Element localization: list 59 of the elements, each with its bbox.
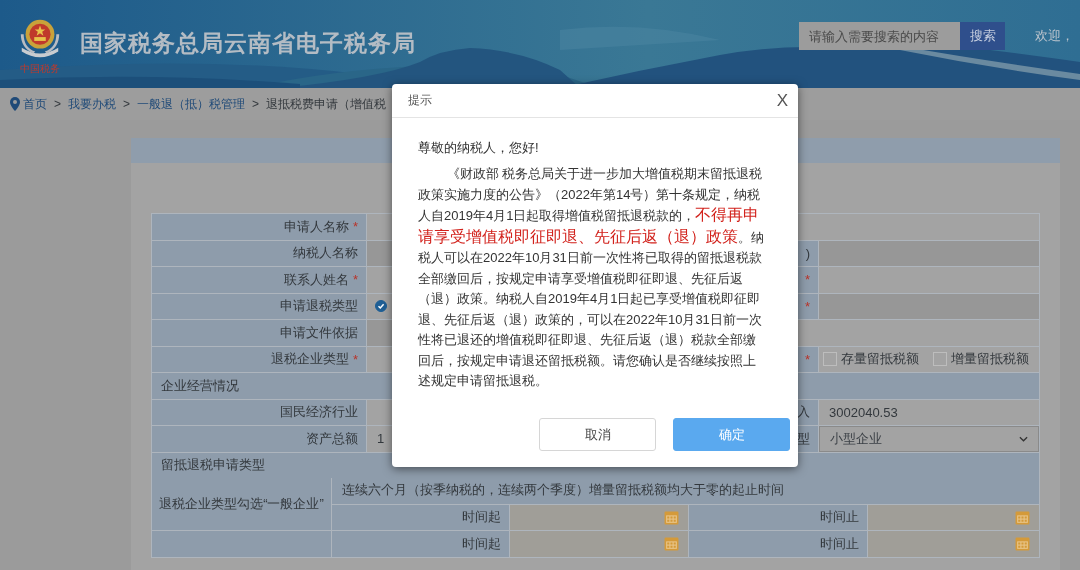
field-label: 申请人名称 <box>283 217 349 236</box>
select-field[interactable]: 小型企业 <box>819 426 1039 452</box>
table-cell: 时间起 <box>332 504 509 530</box>
date-field[interactable] <box>510 504 688 530</box>
field-label: 退税企业类型 <box>270 350 349 369</box>
breadcrumb-separator: > <box>252 97 260 111</box>
check-icon <box>376 301 386 312</box>
site-title: 国家税务总局云南省电子税务局 <box>80 28 416 58</box>
table-cell: 时间止 <box>689 504 867 530</box>
required-mark: * <box>352 351 358 367</box>
radio-button[interactable] <box>375 300 387 313</box>
field-label: 申请退税类型 <box>280 297 358 316</box>
input-field[interactable] <box>819 267 1039 293</box>
breadcrumb-link[interactable]: 首页 <box>23 95 47 113</box>
date-field[interactable] <box>868 504 1039 530</box>
calendar-icon <box>664 536 679 552</box>
required-mark: * <box>804 298 810 314</box>
required-mark: * <box>804 351 810 367</box>
required-mark: * <box>804 272 810 288</box>
required-mark: * <box>352 272 358 288</box>
field-label: 资产总额 <box>306 429 358 448</box>
confirm-button[interactable]: 确定 <box>673 418 790 451</box>
field-label: 联系人姓名 <box>283 270 349 289</box>
date-field[interactable] <box>510 531 688 557</box>
field-label: 国民经济行业 <box>280 403 358 422</box>
date-field[interactable] <box>868 531 1039 557</box>
calendar-icon <box>1015 509 1030 525</box>
close-button[interactable]: X <box>774 90 790 111</box>
input-field[interactable]: 3002040.53 <box>819 399 1039 425</box>
checkbox[interactable] <box>823 352 837 367</box>
table-cell: 时间止 <box>689 531 867 557</box>
calendar-icon <box>1015 536 1030 552</box>
cancel-button[interactable]: 取消 <box>539 418 656 451</box>
table-cell: 时间起 <box>332 531 509 557</box>
breadcrumb-link[interactable]: 一般退（抵）税管理 <box>137 95 246 113</box>
calendar-icon <box>664 509 679 525</box>
search-field[interactable]: 请输入需要搜索的内容 <box>799 22 960 50</box>
caret-icon <box>1019 435 1028 442</box>
logo-text: 中国税务 <box>20 63 60 75</box>
field-label: 退税企业类型勾选“一般企业” <box>159 495 324 513</box>
greeting-text: 尊敬的纳税人，您好! <box>418 139 540 157</box>
breadcrumb-separator: > <box>54 97 61 111</box>
location-icon <box>10 97 20 111</box>
field-label: ) <box>805 245 810 261</box>
checkbox[interactable] <box>933 352 947 367</box>
breadcrumb-separator: > <box>123 97 131 111</box>
breadcrumb-link[interactable]: 退抵税费申请（增值税 <box>266 95 387 113</box>
search-button[interactable]: 搜索 <box>960 22 1005 50</box>
checkbox-label: 增量留抵税额 <box>951 350 1029 369</box>
field-label: 型 <box>797 429 810 448</box>
field-label: 申请文件依据 <box>280 323 358 342</box>
field-label: 纳税人名称 <box>293 244 358 263</box>
table-cell: 连续六个月（按季纳税的，连续两个季度）增量留抵税额均大于零的起止时间 <box>332 478 1039 504</box>
field-label: 入 <box>797 403 810 422</box>
required-mark: * <box>352 219 358 235</box>
checkbox-label: 存量留抵税额 <box>841 350 919 369</box>
breadcrumb-link[interactable]: 我要办税 <box>68 95 116 113</box>
dialog-title: 提示 <box>408 92 432 109</box>
welcome-text: 欢迎， <box>1035 27 1074 45</box>
